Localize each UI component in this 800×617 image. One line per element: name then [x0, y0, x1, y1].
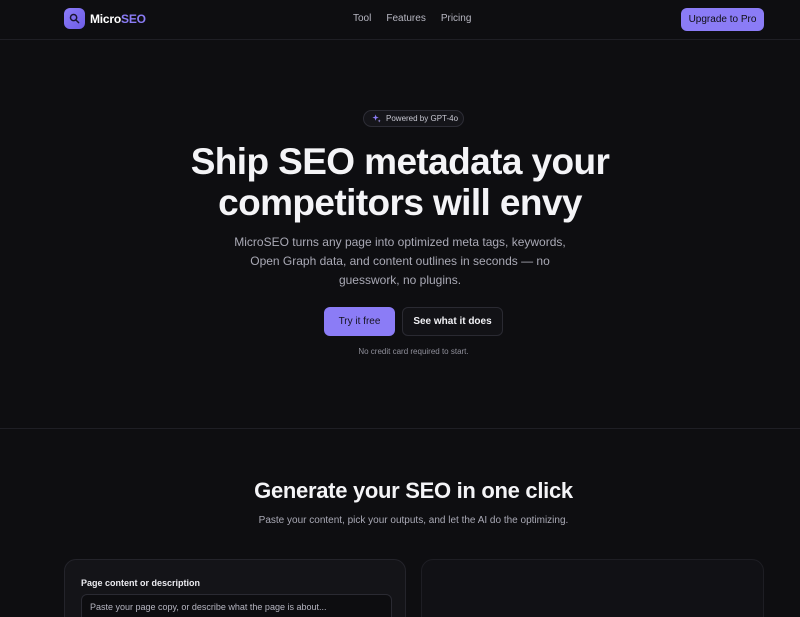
upgrade-button[interactable]: Upgrade to Pro [681, 8, 764, 31]
nav-link-tool[interactable]: Tool [353, 13, 371, 24]
content-textarea[interactable] [81, 594, 392, 617]
output-card [421, 559, 764, 617]
content-input-card: Page content or description [64, 559, 406, 617]
nav-links: Tool Features Pricing [353, 13, 471, 24]
try-free-button[interactable]: Try it free [324, 307, 395, 336]
hero-title: Ship SEO metadata your competitors will … [190, 141, 610, 223]
badge-label: Powered by GPT-4o [386, 114, 459, 123]
no-credit-card-note: No credit card required to start. [358, 347, 469, 356]
nav-link-pricing[interactable]: Pricing [441, 13, 472, 24]
generator-subtitle: Paste your content, pick your outputs, a… [258, 515, 569, 526]
brand-logo[interactable]: MicroSEO [64, 8, 146, 29]
top-navbar: MicroSEO Tool Features Pricing Upgrade t… [0, 0, 800, 40]
sparkles-icon [372, 110, 381, 128]
see-what-it-does-button[interactable]: See what it does [402, 307, 503, 336]
search-icon [64, 8, 85, 29]
hero-subtitle: MicroSEO turns any page into optimized m… [234, 235, 566, 287]
powered-by-badge: Powered by GPT-4o [363, 110, 464, 127]
generator-title: Generate your SEO in one click [254, 478, 573, 503]
nav-link-features[interactable]: Features [386, 13, 425, 24]
section-divider [0, 428, 800, 429]
content-label: Page content or description [81, 578, 201, 588]
brand-name: MicroSEO [90, 11, 146, 26]
